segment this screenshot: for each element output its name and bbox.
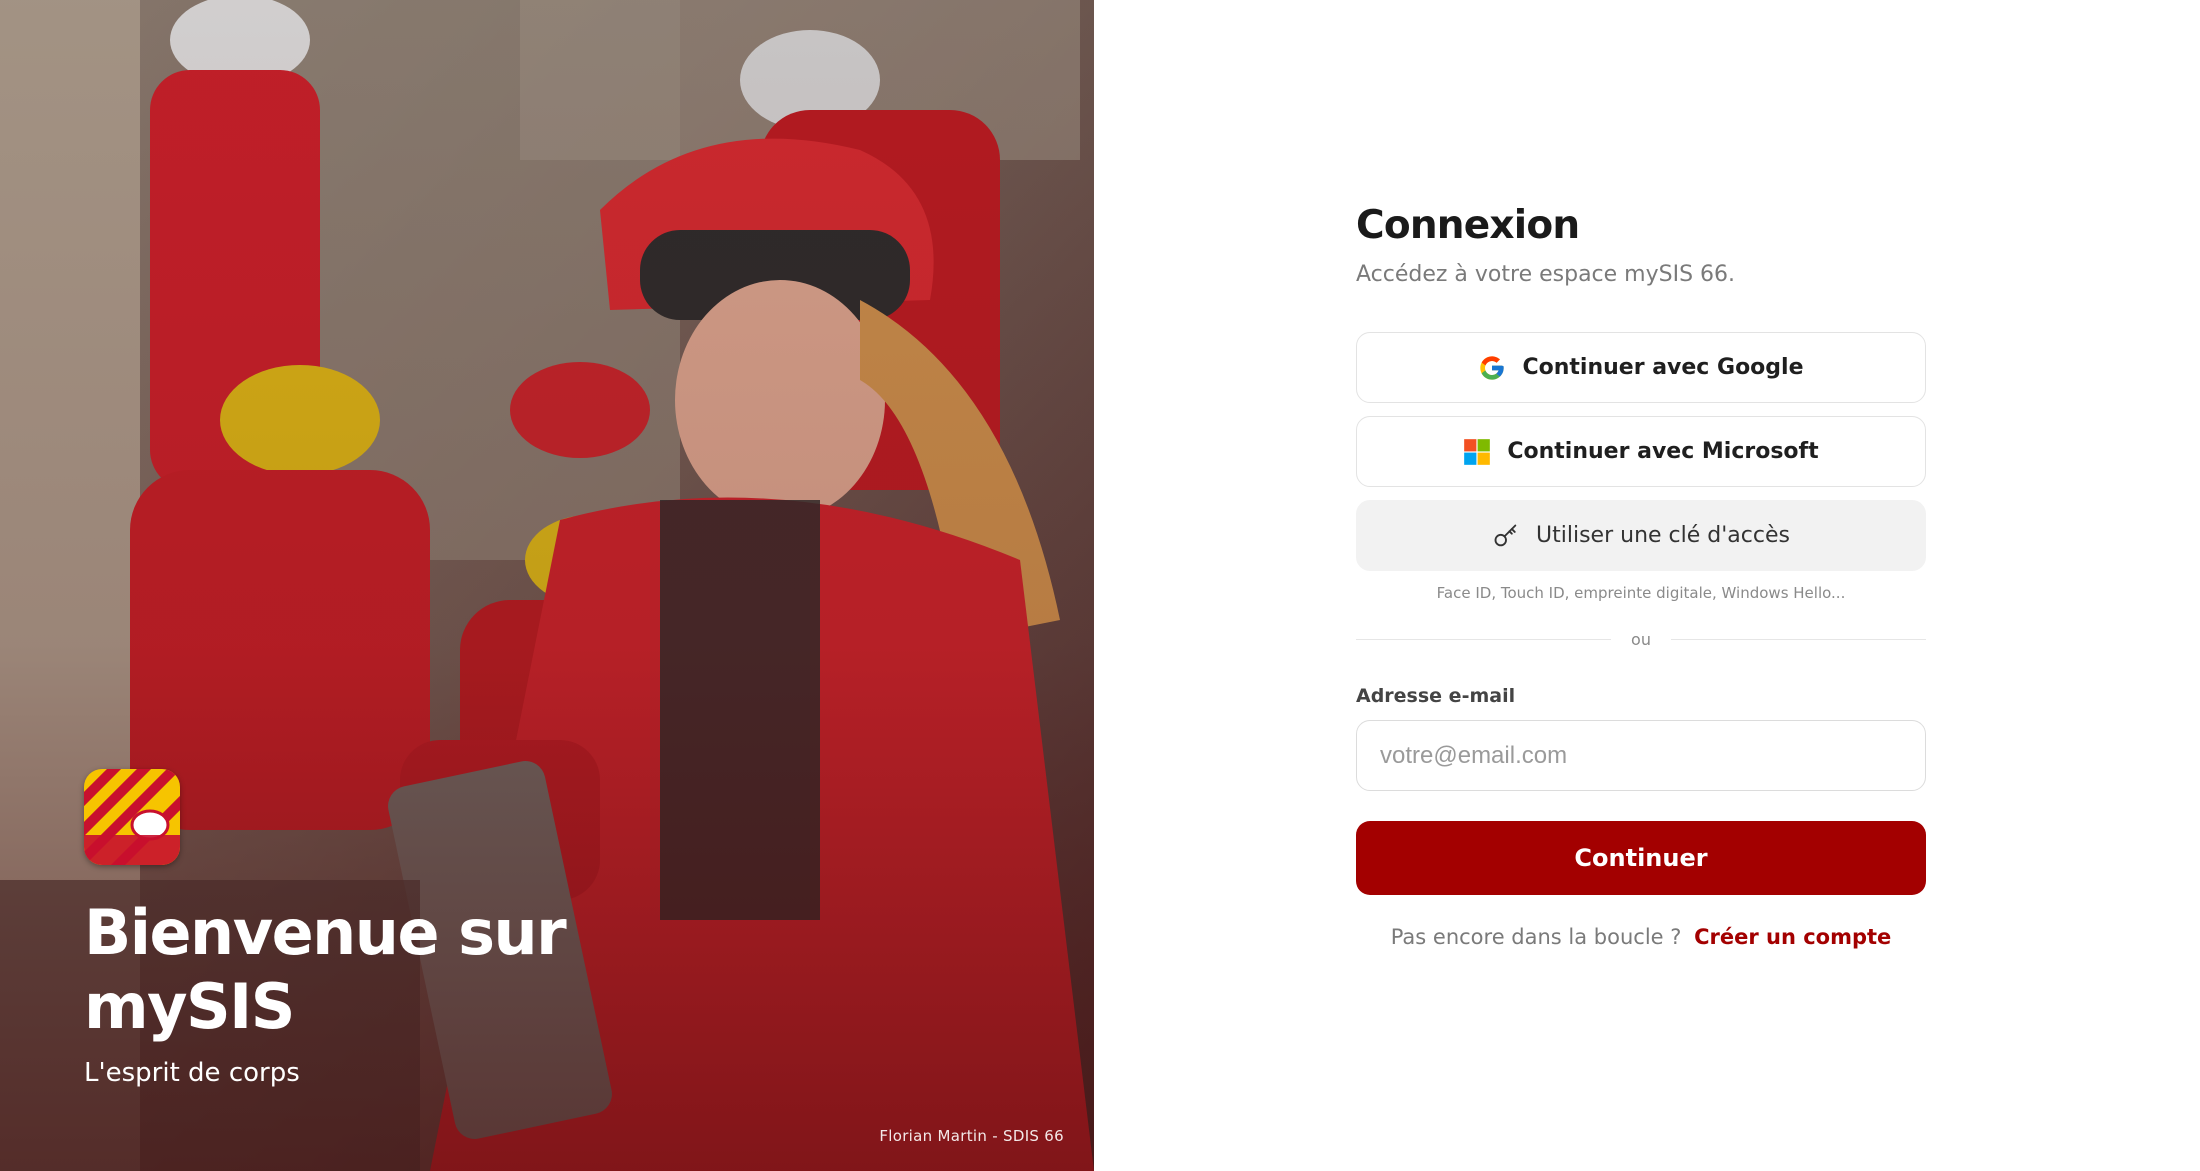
- passkey-signin-button[interactable]: Utiliser une clé d'accès: [1356, 500, 1926, 571]
- email-field[interactable]: [1356, 720, 1926, 791]
- passkey-hint: Face ID, Touch ID, empreinte digitale, W…: [1436, 584, 1846, 602]
- google-button-label: Continuer avec Google: [1522, 355, 1804, 380]
- microsoft-icon: [1463, 438, 1491, 466]
- passkey-button-label: Utiliser une clé d'accès: [1536, 523, 1790, 548]
- microsoft-button-label: Continuer avec Microsoft: [1507, 439, 1819, 464]
- divider-line-left: [1356, 639, 1612, 640]
- signup-prompt: Pas encore dans la boucle ?: [1390, 925, 1682, 949]
- divider-text: ou: [1631, 630, 1651, 649]
- page-title: Connexion: [1356, 203, 1580, 248]
- continue-button[interactable]: Continuer: [1356, 821, 1926, 895]
- page-description: Accédez à votre espace mySIS 66.: [1356, 262, 1736, 287]
- email-label: Adresse e-mail: [1356, 685, 1516, 707]
- google-signin-button[interactable]: Continuer avec Google: [1356, 332, 1926, 403]
- hero-subtitle: L'esprit de corps: [84, 1058, 300, 1088]
- hero-title: Bienvenue sur mySIS: [84, 896, 567, 1043]
- login-form: Connexion Accédez à votre espace mySIS 6…: [1356, 196, 1926, 949]
- sapeurs-pompiers-logo: [84, 769, 180, 865]
- key-icon: [1492, 522, 1520, 550]
- create-account-link[interactable]: Créer un compte: [1694, 925, 1891, 949]
- google-icon: [1478, 354, 1506, 382]
- logo-emblem: [84, 769, 180, 865]
- login-panel: Connexion Accédez à votre espace mySIS 6…: [1094, 0, 2200, 1171]
- or-divider: ou: [1356, 630, 1926, 649]
- divider-line-right: [1670, 639, 1926, 640]
- signup-row: Pas encore dans la boucle ? Créer un com…: [1356, 925, 1926, 949]
- microsoft-signin-button[interactable]: Continuer avec Microsoft: [1356, 416, 1926, 487]
- hero-panel: Bienvenue sur mySIS L'esprit de corps Fl…: [0, 0, 1094, 1171]
- photo-credit: Florian Martin - SDIS 66: [879, 1127, 1064, 1145]
- login-page: Bienvenue sur mySIS L'esprit de corps Fl…: [0, 0, 2200, 1171]
